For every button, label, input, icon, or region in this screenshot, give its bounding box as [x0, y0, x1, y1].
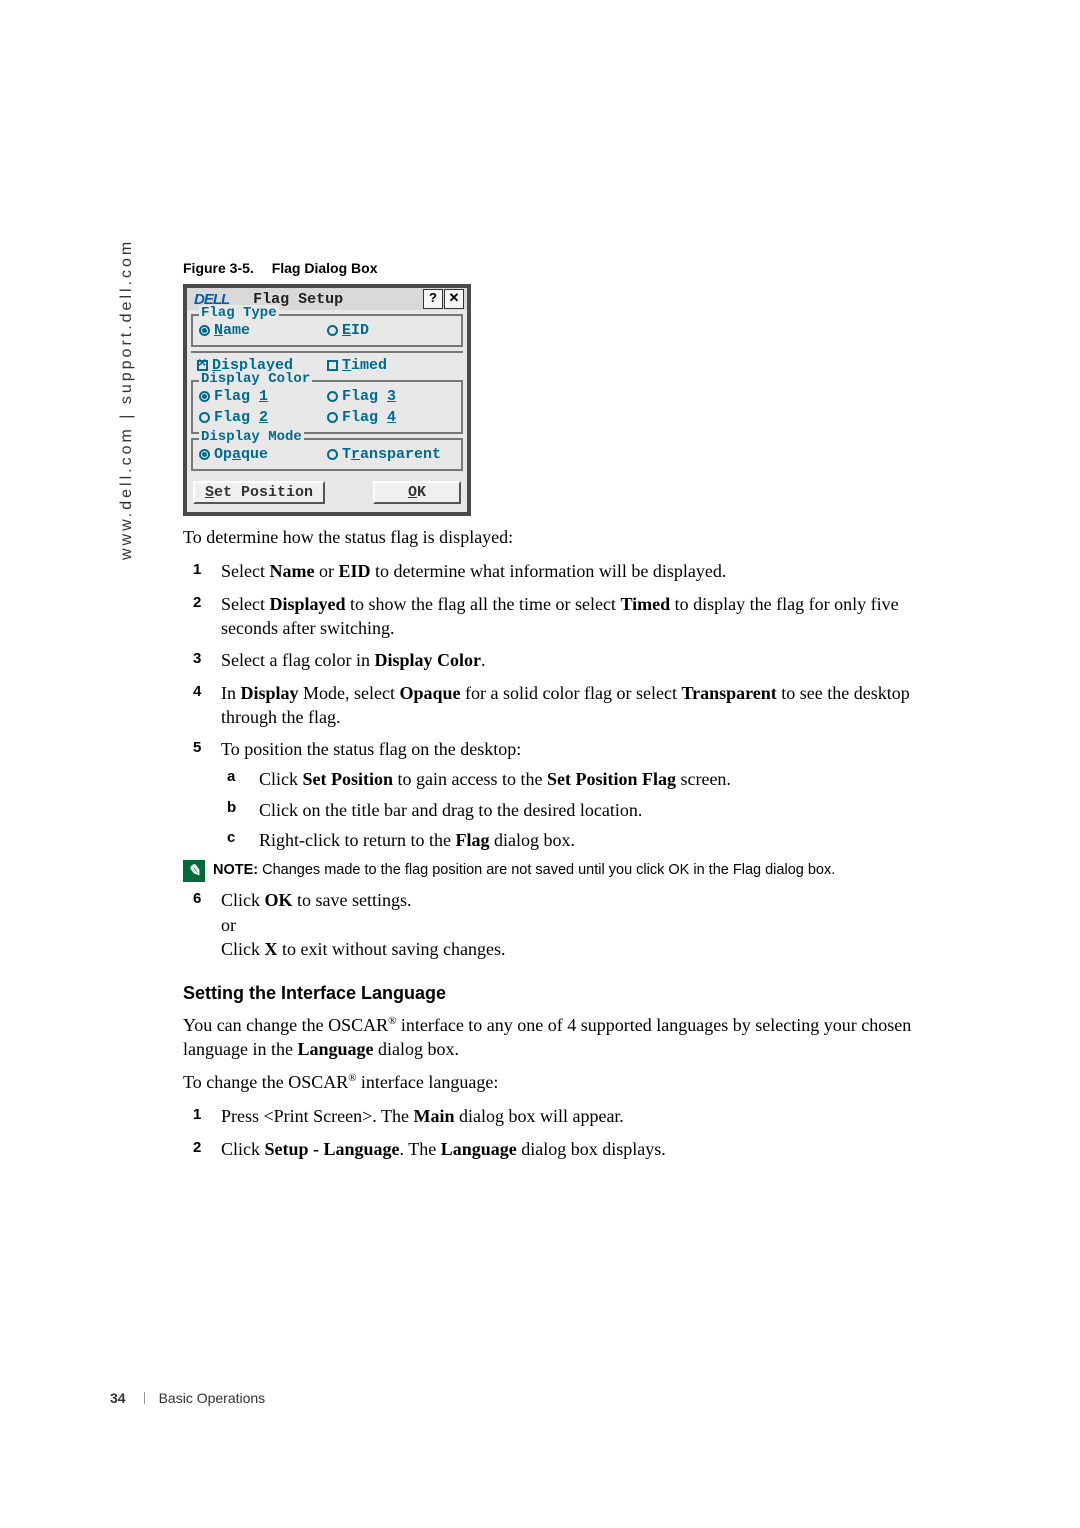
radio-eid[interactable]: EID — [327, 322, 455, 339]
display-mode-legend: Display Mode — [199, 429, 304, 445]
section2-steps: Press <Print Screen>. The Main dialog bo… — [183, 1104, 913, 1161]
page-number: 34 — [110, 1390, 126, 1406]
step-4: In Display Mode, select Opaque for a sol… — [183, 681, 913, 730]
radio-icon — [199, 325, 210, 336]
help-icon[interactable]: ? — [423, 289, 443, 309]
step-5a: a Click Set Position to gain access to t… — [221, 767, 913, 791]
section-heading: Setting the Interface Language — [183, 983, 913, 1004]
figure-caption: Figure 3-5. Flag Dialog Box — [183, 260, 913, 276]
figure-title: Flag Dialog Box — [272, 260, 378, 276]
footer-section: Basic Operations — [159, 1390, 266, 1406]
section2-p2: To change the OSCAR® interface language: — [183, 1071, 913, 1094]
radio-flag2[interactable]: Flag 2 — [199, 409, 327, 426]
step-5b: b Click on the title bar and drag to the… — [221, 798, 913, 822]
radio-flag1[interactable]: Flag 1 — [199, 388, 327, 405]
display-color-group: Display Color Flag 1 Flag 3 — [191, 380, 463, 434]
s2-step-1: Press <Print Screen>. The Main dialog bo… — [183, 1104, 913, 1128]
check-timed[interactable]: Timed — [327, 357, 457, 374]
steps-list: Select Name or EID to determine what inf… — [183, 559, 913, 852]
checkbox-icon — [197, 360, 208, 371]
step-5c: c Right-click to return to the Flag dial… — [221, 828, 913, 852]
step-2: Select Displayed to show the flag all th… — [183, 592, 913, 641]
figure-number: Figure 3-5. — [183, 260, 254, 276]
close-icon[interactable]: ✕ — [444, 289, 464, 309]
note-icon: ✎ — [183, 860, 205, 882]
flag-setup-dialog: DELL Flag Setup ? ✕ Flag Type Name — [183, 284, 471, 516]
radio-icon — [199, 449, 210, 460]
radio-icon — [327, 391, 338, 402]
page-footer: 34 Basic Operations — [110, 1390, 265, 1406]
step-3: Select a flag color in Display Color. — [183, 648, 913, 672]
radio-icon — [199, 412, 210, 423]
s2-step-2: Click Setup - Language. The Language dia… — [183, 1137, 913, 1161]
step-1: Select Name or EID to determine what inf… — [183, 559, 913, 583]
radio-transparent[interactable]: Transparent — [327, 446, 455, 463]
main-content: Figure 3-5. Flag Dialog Box DELL Flag Se… — [183, 260, 913, 1169]
flag-type-legend: Flag Type — [199, 305, 279, 321]
checkbox-icon — [327, 360, 338, 371]
sidebar-url: www.dell.com | support.dell.com — [118, 239, 136, 560]
step-6: Click OK to save settings. or Click X to… — [183, 888, 913, 961]
flag-type-group: Flag Type Name EID — [191, 314, 463, 347]
section2-p1: You can change the OSCAR® interface to a… — [183, 1014, 913, 1061]
display-color-legend: Display Color — [199, 371, 312, 387]
intro-text: To determine how the status flag is disp… — [183, 526, 913, 549]
note-lead: NOTE: — [213, 862, 258, 878]
step-5: To position the status flag on the deskt… — [183, 737, 913, 852]
ok-button[interactable]: OK — [373, 481, 461, 504]
radio-icon — [199, 391, 210, 402]
radio-flag4[interactable]: Flag 4 — [327, 409, 455, 426]
footer-divider — [144, 1392, 145, 1404]
display-mode-group: Display Mode Opaque Transparent — [191, 438, 463, 471]
radio-icon — [327, 449, 338, 460]
note-block: ✎ NOTE: Changes made to the flag positio… — [183, 860, 913, 882]
radio-name[interactable]: Name — [199, 322, 327, 339]
radio-icon — [327, 412, 338, 423]
radio-flag3[interactable]: Flag 3 — [327, 388, 455, 405]
set-position-button[interactable]: Set Position — [193, 481, 325, 504]
radio-icon — [327, 325, 338, 336]
radio-opaque[interactable]: Opaque — [199, 446, 327, 463]
